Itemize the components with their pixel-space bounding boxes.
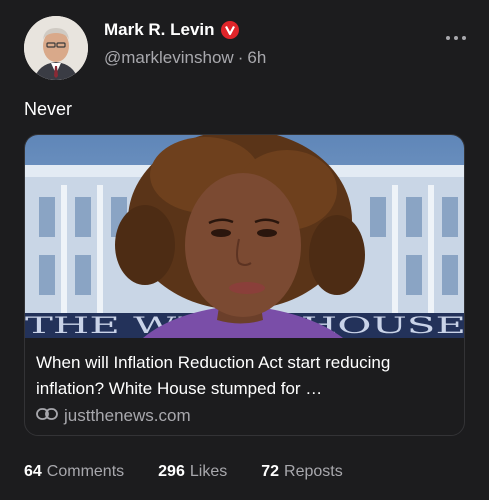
reposts-stat[interactable]: 72 Reposts <box>261 463 343 481</box>
link-preview-title[interactable]: When will Inflation Reduction Act start … <box>36 350 454 402</box>
engagement-stats: 64 Comments 296 Likes 72 Reposts <box>24 463 343 481</box>
comments-stat[interactable]: 64 Comments <box>24 463 124 481</box>
link-icon <box>36 406 58 426</box>
post-text: Never <box>24 99 73 119</box>
reposts-label: Reposts <box>284 463 343 480</box>
link-preview-domain: justthenews.com <box>64 406 191 425</box>
link-preview-image: THE WHITE HOUSE <box>25 135 464 338</box>
separator-dot: · <box>237 48 244 67</box>
author-handle[interactable]: @marklevinshow <box>104 48 234 68</box>
verified-badge-icon <box>220 21 239 39</box>
post-time: 6h <box>247 48 267 67</box>
link-preview-card[interactable]: THE WHITE HOUSE When will Inflation Redu… <box>24 134 465 436</box>
handle-row: @marklevinshow · 6h <box>104 48 266 68</box>
author-row: Mark R. Levin <box>104 20 239 40</box>
author-name[interactable]: Mark R. Levin <box>104 20 215 40</box>
comments-count: 64 <box>24 463 42 480</box>
likes-label: Likes <box>189 463 228 480</box>
likes-stat[interactable]: 296 Likes <box>158 463 227 481</box>
reposts-count: 72 <box>261 463 280 480</box>
more-dots-icon[interactable] <box>445 30 467 40</box>
avatar-image <box>24 16 88 80</box>
link-preview-domain-row: justthenews.com <box>36 406 191 426</box>
comments-label: Comments <box>46 463 125 480</box>
avatar[interactable] <box>24 16 88 80</box>
likes-count: 296 <box>158 463 185 480</box>
